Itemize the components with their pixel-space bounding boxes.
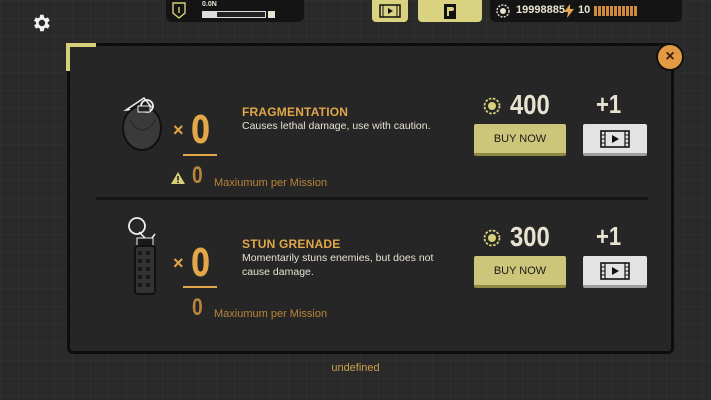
energy-segment	[626, 6, 629, 16]
item-name: FRAGMENTATION	[242, 105, 349, 119]
coin-icon	[483, 97, 501, 115]
times-symbol: ×	[173, 253, 184, 273]
times-symbol: ×	[173, 120, 184, 140]
energy-segment	[602, 6, 605, 16]
count-divider	[183, 286, 217, 288]
rank-label: 0.0N	[202, 1, 217, 8]
stun-grenade-icon	[128, 217, 156, 295]
video-icon	[379, 4, 401, 18]
owned-count: 0	[191, 108, 211, 152]
ad-reward-label: +1	[596, 89, 622, 119]
xp-progress-bar	[202, 11, 266, 18]
energy-segment	[606, 6, 609, 16]
max-count: 0	[192, 294, 203, 321]
buy-now-button[interactable]: BUY NOW	[474, 256, 566, 288]
xp-progress-fill	[203, 12, 217, 17]
buy-now-button[interactable]: BUY NOW	[474, 124, 566, 156]
panel-corner-accent	[66, 43, 96, 71]
video-icon	[600, 261, 630, 280]
energy-segment	[622, 6, 625, 16]
energy-bar	[594, 6, 637, 16]
settings-gear-icon[interactable]	[30, 12, 52, 34]
footer-text: undefined	[331, 362, 380, 374]
hud-video-button[interactable]	[372, 0, 408, 22]
energy-segment	[630, 6, 633, 16]
watch-ad-button[interactable]	[583, 256, 647, 288]
coin-icon	[483, 229, 501, 247]
max-label: Maxiumum per Mission	[214, 177, 328, 189]
max-label: Maxiumum per Mission	[214, 308, 328, 320]
flag-pass-icon	[444, 3, 456, 19]
coins-value: 19998885	[516, 4, 565, 16]
price: 300	[510, 221, 550, 252]
energy-segment	[598, 6, 601, 16]
energy-segment	[614, 6, 617, 16]
item-name: STUN GRENADE	[242, 237, 341, 251]
energy-bolt-icon	[564, 4, 574, 18]
count-divider	[183, 154, 217, 156]
price: 400	[510, 89, 550, 120]
rank-badge-icon	[172, 2, 186, 19]
currency-panel: 19998885 10	[490, 0, 682, 22]
energy-segment	[610, 6, 613, 16]
energy-segment	[594, 6, 597, 16]
ad-reward-label: +1	[596, 221, 622, 251]
xp-bar-end	[268, 11, 275, 18]
warning-icon	[171, 172, 185, 184]
max-count: 0	[192, 162, 203, 189]
energy-segment	[618, 6, 621, 16]
hud-pass-button[interactable]	[418, 0, 482, 22]
coin-icon	[496, 4, 510, 18]
close-button[interactable]: ×	[656, 43, 684, 71]
rank-panel: 0.0N	[166, 0, 304, 22]
item-description: Causes lethal damage, use with caution.	[242, 120, 431, 132]
watch-ad-button[interactable]	[583, 124, 647, 156]
item-description: Momentarily stuns enemies, but does not …	[242, 252, 434, 278]
energy-value: 10	[578, 4, 591, 16]
energy-segment	[634, 6, 637, 16]
owned-count: 0	[191, 241, 211, 285]
item-divider	[96, 197, 648, 200]
frag-grenade-icon	[122, 96, 162, 151]
video-icon	[600, 129, 630, 148]
